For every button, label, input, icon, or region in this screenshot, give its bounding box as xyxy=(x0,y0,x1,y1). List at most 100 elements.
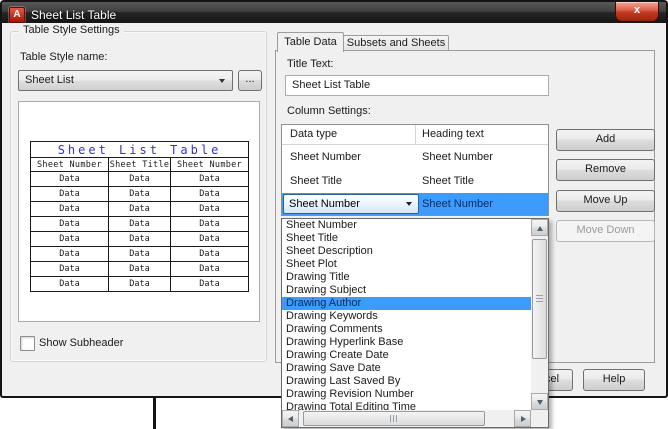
cell-data-type: Sheet Number xyxy=(290,145,361,169)
scroll-up-icon[interactable] xyxy=(531,219,548,236)
table-row[interactable]: Sheet Title Sheet Title xyxy=(282,169,548,193)
table-style-name-label: Table Style name: xyxy=(20,51,107,63)
data-type-combobox[interactable]: Sheet Number xyxy=(283,194,419,214)
dropdown-item[interactable]: Drawing Comments xyxy=(282,323,531,336)
dropdown-item[interactable]: Sheet Plot xyxy=(282,258,531,271)
preview-table: Sheet List Table Sheet Number Sheet Titl… xyxy=(30,141,249,292)
chevron-down-icon xyxy=(406,202,412,206)
dropdown-item[interactable]: Sheet Title xyxy=(282,232,531,245)
data-type-combobox-value: Sheet Number xyxy=(289,198,360,210)
remove-button[interactable]: Remove xyxy=(556,159,655,181)
chevron-down-icon xyxy=(219,79,225,83)
column-settings-label: Column Settings: xyxy=(287,105,371,117)
move-down-button: Move Down xyxy=(556,220,655,242)
vertical-scrollbar[interactable] xyxy=(531,219,548,410)
dropdown-item[interactable]: Drawing Total Editing Time xyxy=(282,401,531,410)
dropdown-item[interactable]: Sheet Description xyxy=(282,245,531,258)
dropdown-item[interactable]: Drawing Keywords xyxy=(282,310,531,323)
dropdown-item[interactable]: Drawing Revision Number xyxy=(282,388,531,401)
preview-data-row: DataDataData xyxy=(31,202,249,217)
preview-title-row: Sheet List Table xyxy=(31,142,249,158)
datatype-dropdown-list: Sheet NumberSheet TitleSheet Description… xyxy=(282,219,531,410)
scroll-right-icon[interactable] xyxy=(514,410,531,427)
preview-data-cell: Data xyxy=(109,232,171,247)
preview-data-row: DataDataData xyxy=(31,247,249,262)
close-button[interactable]: x xyxy=(615,2,659,22)
table-row-selected[interactable]: Sheet Number Sheet Number xyxy=(282,193,548,215)
group-title: Table Style Settings xyxy=(19,24,124,36)
horizontal-scrollbar[interactable] xyxy=(282,410,531,427)
title-text-input[interactable]: Sheet List Table xyxy=(285,75,549,96)
column-settings-table: Data type Heading text Sheet Number Shee… xyxy=(281,124,549,216)
tab-table-data[interactable]: Table Data xyxy=(277,32,344,52)
header-data-type: Data type xyxy=(282,125,416,144)
preview-data-rows: DataDataDataDataDataDataDataDataDataData… xyxy=(31,172,249,292)
add-button[interactable]: Add xyxy=(556,129,655,151)
scroll-left-icon[interactable] xyxy=(282,410,299,427)
dropdown-item[interactable]: Sheet Number xyxy=(282,219,531,232)
show-subheader-checkbox[interactable] xyxy=(20,336,35,351)
data-type-dropdown: Sheet NumberSheet TitleSheet Description… xyxy=(281,218,549,428)
preview-data-cell: Data xyxy=(31,217,109,232)
preview-data-cell: Data xyxy=(171,262,249,277)
preview-data-row: DataDataData xyxy=(31,262,249,277)
cell-heading-text: Sheet Number xyxy=(422,145,493,169)
preview-data-cell: Data xyxy=(171,247,249,262)
preview-data-row: DataDataData xyxy=(31,232,249,247)
horizontal-scrollbar-thumb[interactable] xyxy=(303,411,485,426)
title-text-label: Title Text: xyxy=(287,58,333,70)
preview-data-cell: Data xyxy=(109,247,171,262)
preview-data-cell: Data xyxy=(109,172,171,187)
preview-data-cell: Data xyxy=(171,277,249,292)
preview-data-cell: Data xyxy=(171,232,249,247)
move-up-button[interactable]: Move Up xyxy=(556,190,655,212)
preview-header-row: Sheet Number Sheet Title Sheet Number xyxy=(31,158,249,172)
dropdown-item[interactable]: Drawing Hyperlink Base xyxy=(282,336,531,349)
dropdown-item[interactable]: Drawing Save Date xyxy=(282,362,531,375)
preview-data-cell: Data xyxy=(171,187,249,202)
preview-data-cell: Data xyxy=(171,217,249,232)
table-row[interactable]: Sheet Number Sheet Number xyxy=(282,145,548,169)
background-drawing-line xyxy=(153,396,156,429)
help-button[interactable]: Help xyxy=(583,369,645,391)
preview-data-cell: Data xyxy=(31,172,109,187)
vertical-scrollbar-thumb[interactable] xyxy=(532,239,547,359)
preview-data-cell: Data xyxy=(31,202,109,217)
preview-data-cell: Data xyxy=(31,247,109,262)
preview-data-cell: Data xyxy=(171,202,249,217)
table-style-combobox-value: Sheet List xyxy=(25,74,74,86)
titlebar[interactable]: A Sheet List Table xyxy=(2,2,666,23)
autocad-icon: A xyxy=(9,7,25,23)
table-style-preview: Sheet List Table Sheet Number Sheet Titl… xyxy=(18,101,260,322)
preview-header-cell: Sheet Title xyxy=(109,158,171,172)
scrollbar-corner xyxy=(531,410,548,427)
tab-subsets-and-sheets[interactable]: Subsets and Sheets xyxy=(343,35,449,51)
dropdown-item[interactable]: Drawing Author xyxy=(282,297,531,310)
column-settings-header: Data type Heading text xyxy=(282,125,548,145)
cell-data-type: Sheet Title xyxy=(290,169,342,193)
preview-title: Sheet List Table xyxy=(31,142,249,158)
preview-data-cell: Data xyxy=(31,232,109,247)
header-heading-text: Heading text xyxy=(422,125,484,144)
preview-header-cell: Sheet Number xyxy=(31,158,109,172)
preview-data-cell: Data xyxy=(31,187,109,202)
preview-data-row: DataDataData xyxy=(31,217,249,232)
preview-data-cell: Data xyxy=(109,202,171,217)
dialog-title: Sheet List Table xyxy=(31,8,116,22)
table-style-combobox[interactable]: Sheet List xyxy=(18,70,233,91)
preview-header-cell: Sheet Number xyxy=(171,158,249,172)
preview-data-cell: Data xyxy=(171,172,249,187)
dropdown-item[interactable]: Drawing Subject xyxy=(282,284,531,297)
scroll-down-icon[interactable] xyxy=(531,393,548,410)
show-subheader-label[interactable]: Show Subheader xyxy=(39,337,123,349)
dropdown-item[interactable]: Drawing Create Date xyxy=(282,349,531,362)
browse-style-button[interactable]: ... xyxy=(238,70,262,91)
dropdown-item[interactable]: Drawing Last Saved By xyxy=(282,375,531,388)
preview-data-cell: Data xyxy=(31,277,109,292)
preview-data-row: DataDataData xyxy=(31,187,249,202)
dropdown-item[interactable]: Drawing Title xyxy=(282,271,531,284)
preview-data-cell: Data xyxy=(109,262,171,277)
preview-data-row: DataDataData xyxy=(31,277,249,292)
preview-data-cell: Data xyxy=(109,277,171,292)
cell-heading-text: Sheet Number xyxy=(422,193,493,215)
